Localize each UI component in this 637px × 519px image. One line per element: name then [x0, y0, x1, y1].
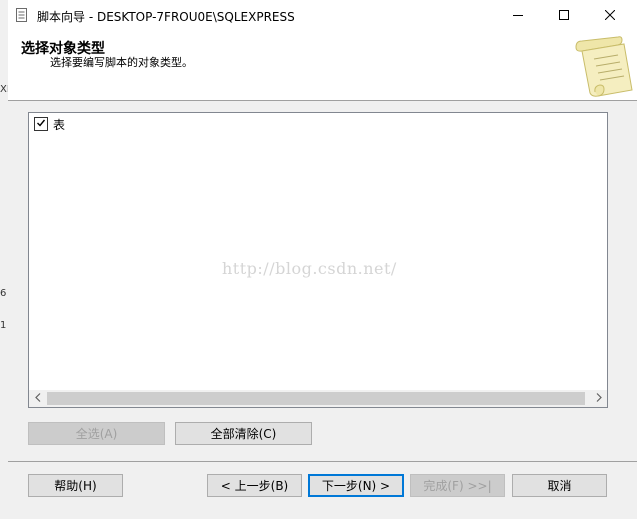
- window-title: 脚本向导 - DESKTOP-7FROU0E\SQLEXPRESS: [37, 10, 295, 24]
- script-wizard-dialog: 脚本向导 - DESKTOP-7FROU0E\SQLEXPRESS 选择对象类型…: [8, 0, 637, 519]
- cancel-button[interactable]: 取消: [512, 474, 607, 497]
- scroll-parchment-icon: [568, 35, 636, 99]
- background-text: 1: [0, 320, 7, 331]
- maximize-icon: [559, 9, 569, 23]
- close-button[interactable]: [587, 0, 633, 31]
- table-checkbox[interactable]: [34, 117, 48, 131]
- object-type-list[interactable]: 表 http://blog.csdn.net/: [28, 112, 608, 408]
- help-button[interactable]: 帮助(H): [28, 474, 123, 497]
- finish-button[interactable]: 完成(F) >>|: [410, 474, 505, 497]
- clear-all-button[interactable]: 全部清除(C): [175, 422, 312, 445]
- checkmark-icon: [36, 117, 46, 131]
- scroll-right-button[interactable]: [590, 390, 607, 407]
- list-item-label: 表: [53, 117, 66, 132]
- title-bar[interactable]: 脚本向导 - DESKTOP-7FROU0E\SQLEXPRESS: [8, 0, 637, 31]
- scroll-left-button[interactable]: [29, 390, 46, 407]
- minimize-icon: [513, 9, 523, 23]
- next-button[interactable]: 下一步(N) >: [308, 474, 404, 497]
- watermark: http://blog.csdn.net/: [222, 259, 397, 278]
- script-document-icon: [16, 8, 27, 22]
- previous-button[interactable]: < 上一步(B): [207, 474, 302, 497]
- list-item[interactable]: 表: [34, 116, 65, 132]
- scrollbar-thumb[interactable]: [47, 392, 585, 405]
- minimize-button[interactable]: [495, 0, 541, 31]
- select-all-button[interactable]: 全选(A): [28, 422, 165, 445]
- wizard-header: 选择对象类型 选择要编写脚本的对象类型。: [8, 31, 637, 101]
- background-text: 6: [0, 288, 7, 299]
- chevron-right-icon: [596, 392, 602, 405]
- horizontal-scrollbar[interactable]: [29, 390, 607, 407]
- close-icon: [604, 9, 616, 23]
- footer-divider: [8, 461, 637, 462]
- page-subtitle: 选择要编写脚本的对象类型。: [50, 56, 193, 69]
- chevron-left-icon: [34, 392, 41, 405]
- maximize-button[interactable]: [541, 0, 587, 31]
